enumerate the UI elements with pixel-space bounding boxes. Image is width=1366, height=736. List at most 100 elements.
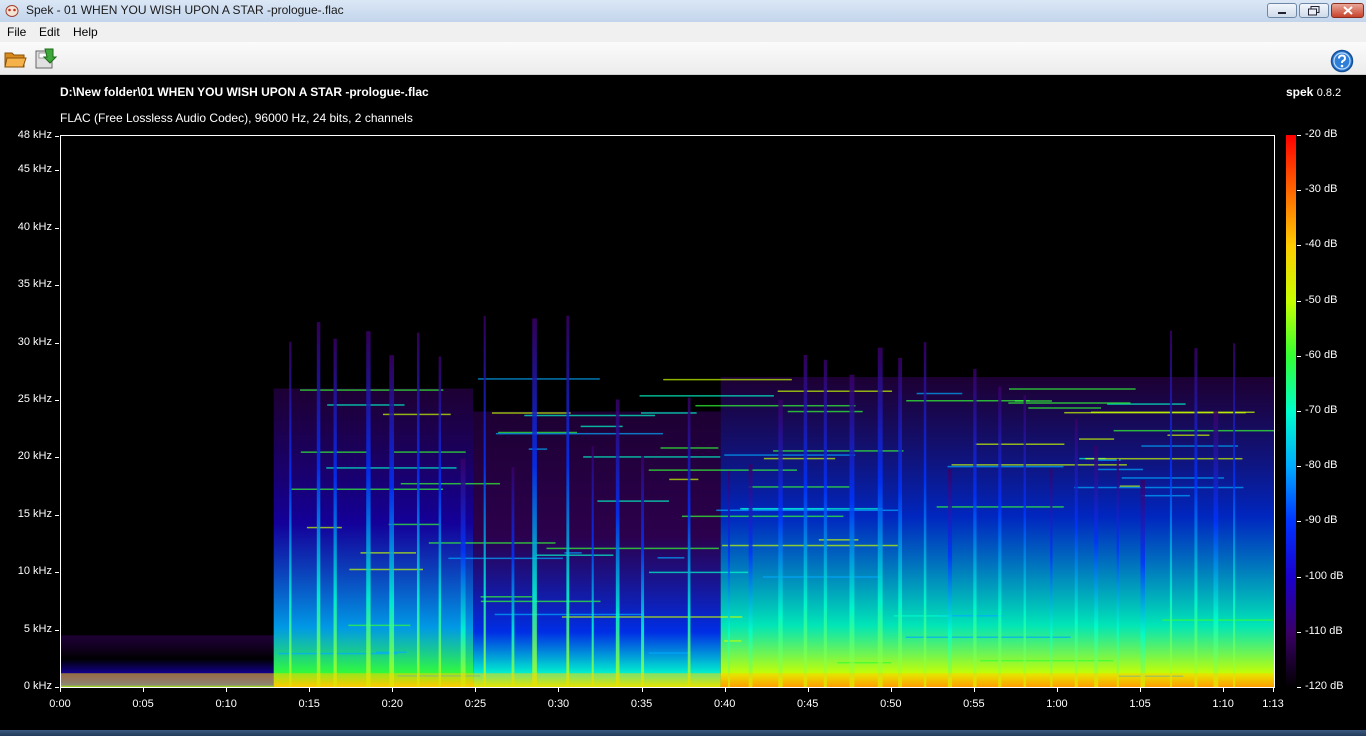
frequency-tick-mark xyxy=(55,285,59,287)
minimize-button[interactable] xyxy=(1267,3,1297,18)
time-tick-label: 0:00 xyxy=(49,698,71,710)
title-bar: Spek - 01 WHEN YOU WISH UPON A STAR -pro… xyxy=(0,0,1366,23)
frequency-tick-label: 15 kHz xyxy=(17,507,52,520)
transient-streak xyxy=(591,446,594,687)
harmonic-line xyxy=(837,661,892,664)
open-file-button[interactable] xyxy=(3,47,27,71)
harmonic-line xyxy=(648,652,691,654)
help-button[interactable] xyxy=(1330,49,1354,73)
transient-streak xyxy=(460,458,466,687)
time-tick-mark xyxy=(309,688,311,692)
harmonic-line xyxy=(1119,485,1140,487)
db-tick-mark xyxy=(1297,687,1301,688)
db-tick-mark xyxy=(1297,245,1301,247)
transient-streak xyxy=(511,467,515,687)
time-tick-mark xyxy=(890,688,892,692)
transient-streak xyxy=(1169,330,1173,687)
frequency-tick-mark xyxy=(55,170,59,172)
window-title: Spek - 01 WHEN YOU WISH UPON A STAR -pro… xyxy=(26,3,344,17)
transient-streak xyxy=(803,355,808,687)
close-button[interactable] xyxy=(1331,3,1364,18)
frequency-tick-mark xyxy=(55,629,59,631)
db-tick-mark xyxy=(1297,631,1301,633)
spectrogram-plot[interactable] xyxy=(60,135,1275,688)
transient-streak xyxy=(1116,458,1119,687)
time-tick-label: 0:10 xyxy=(215,698,237,710)
transient-streak xyxy=(1213,411,1219,687)
transient-streak xyxy=(1074,419,1078,687)
time-tick-label: 0:50 xyxy=(880,698,902,710)
harmonic-line xyxy=(1097,468,1143,471)
brand: spek 0.8.2 xyxy=(1286,85,1341,99)
frequency-tick-label: 40 kHz xyxy=(17,220,52,233)
db-tick-label: -100 dB xyxy=(1305,569,1344,582)
harmonic-line xyxy=(777,390,893,392)
db-tick-mark xyxy=(1297,190,1301,192)
harmonic-line xyxy=(349,568,423,571)
time-tick-label: 0:20 xyxy=(381,698,404,710)
time-tick-label: 0:45 xyxy=(797,698,819,710)
time-tick-label: 1:10 xyxy=(1212,698,1234,710)
harmonic-line xyxy=(1064,411,1246,414)
harmonic-line xyxy=(528,448,548,450)
harmonic-line xyxy=(669,478,699,481)
harmonic-line xyxy=(300,389,444,391)
harmonic-line xyxy=(348,624,411,627)
menu-file[interactable]: File xyxy=(7,25,26,39)
transient-streak xyxy=(366,331,371,687)
transient-streak xyxy=(641,455,645,687)
menu-edit[interactable]: Edit xyxy=(39,25,60,39)
time-tick-mark xyxy=(392,688,394,692)
harmonic-line xyxy=(663,378,792,381)
harmonic-line xyxy=(748,486,850,488)
harmonic-line xyxy=(722,544,898,547)
brand-name: spek xyxy=(1286,85,1314,99)
save-icon xyxy=(35,48,58,69)
spek-app-icon[interactable] xyxy=(5,4,19,17)
db-tick-label: -110 dB xyxy=(1305,624,1343,637)
time-tick-mark xyxy=(1056,688,1058,692)
transient-streak xyxy=(823,359,827,687)
transient-streak xyxy=(1050,468,1053,687)
transient-streak xyxy=(898,357,903,687)
menu-help[interactable]: Help xyxy=(73,25,98,39)
harmonic-line xyxy=(1085,457,1243,460)
harmonic-line xyxy=(916,392,963,395)
frequency-tick-label: 10 kHz xyxy=(17,565,52,578)
transient-streak xyxy=(333,338,337,687)
help-icon xyxy=(1330,49,1354,73)
harmonic-line xyxy=(893,615,951,617)
db-color-scale xyxy=(1286,135,1296,688)
db-tick-label: -40 dB xyxy=(1305,238,1338,251)
time-tick-label: 1:05 xyxy=(1129,698,1151,710)
harmonic-line xyxy=(561,616,743,618)
transient-streak xyxy=(615,399,620,687)
frequency-tick-label: 30 kHz xyxy=(17,335,52,348)
harmonic-line xyxy=(546,547,719,550)
harmonic-line xyxy=(951,464,1127,466)
db-tick-mark xyxy=(1297,576,1301,578)
harmonic-line xyxy=(1167,434,1210,436)
menu-bar: File Edit Help xyxy=(0,22,1366,42)
toolbar xyxy=(0,42,1366,75)
time-tick-mark xyxy=(807,688,809,692)
transient-streak xyxy=(947,469,953,687)
harmonic-line xyxy=(639,395,774,397)
folder-open-icon xyxy=(4,52,27,68)
save-button[interactable] xyxy=(33,47,58,71)
db-tick-mark xyxy=(1297,466,1301,468)
transient-streak xyxy=(389,355,395,687)
harmonic-line xyxy=(947,465,1064,468)
time-tick-mark xyxy=(558,688,560,692)
time-tick-mark xyxy=(1140,688,1142,692)
time-tick-mark xyxy=(641,688,643,692)
harmonic-line xyxy=(1113,429,1274,432)
transient-streak xyxy=(998,386,1002,687)
transient-streak xyxy=(566,315,570,687)
transient-streak xyxy=(483,315,486,687)
harmonic-line xyxy=(657,557,685,559)
transient-streak xyxy=(1194,348,1198,687)
transient-streak xyxy=(748,464,753,687)
maximize-button[interactable] xyxy=(1299,3,1329,18)
harmonic-line xyxy=(975,443,1065,445)
